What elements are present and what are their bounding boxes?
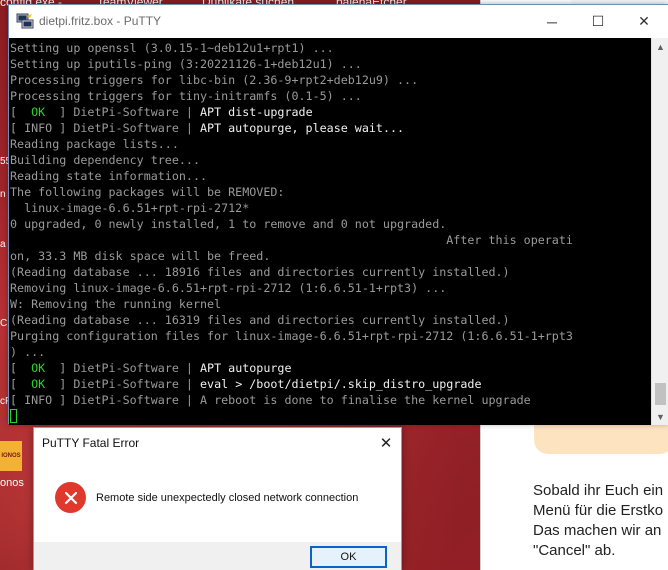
article-line: Das machen wir an (533, 522, 662, 539)
minimize-button[interactable]: ─ (529, 5, 575, 38)
terminal-line: Removing linux-image-6.6.51+rpt-rpi-2712… (10, 280, 651, 296)
article-line: Sobald ihr Euch ein (533, 482, 664, 499)
terminal-line: W: Removing the running kernel (10, 296, 651, 312)
terminal-line: ) ... (10, 344, 651, 360)
terminal-line: After this operati (10, 232, 651, 248)
terminal-text: [ (10, 361, 32, 375)
terminal-text: Setting up openssl (3.0.15-1~deb12u1+rpt… (10, 41, 334, 55)
terminal-text: linux-image-6.6.51+rpt-rpi-2712* (10, 201, 250, 215)
putty-title-bar[interactable]: dietpi.fritz.box - PuTTY ─ ☐ ✕ (9, 5, 668, 38)
desktop-fragment-text: n (0, 189, 6, 200)
ionos-desktop-icon[interactable]: IONOS (0, 441, 22, 471)
terminal-text: [ INFO ] DietPi-Software | (10, 121, 200, 135)
maximize-icon: ☐ (591, 13, 605, 29)
status-ok-label: OK (31, 361, 46, 375)
terminal-text: APT autopurge, please wait... (200, 121, 405, 135)
terminal-output[interactable]: Setting up openssl (3.0.15-1~deb12u1+rpt… (9, 38, 651, 425)
article-line: Menü für die Erstko (533, 502, 664, 519)
terminal-text: eval > /boot/dietpi/.skip_distro_upgrade (200, 377, 482, 391)
terminal-line: Processing triggers for tiny-initramfs (… (10, 88, 651, 104)
terminal-text: Removing linux-image-6.6.51+rpt-rpi-2712… (10, 281, 447, 295)
terminal-text: [ (10, 377, 32, 391)
article-text: Sobald ihr Euch ein Menü für die Erstko … (533, 481, 668, 561)
desktop-fragment-text: C (0, 318, 8, 329)
ionos-icon-label: onos (0, 477, 24, 489)
terminal-line: Reading state information... (10, 168, 651, 184)
terminal-text: 0 upgraded, 0 newly installed, 1 to remo… (10, 217, 447, 231)
terminal-line: Processing triggers for libc-bin (2.36-9… (10, 72, 651, 88)
terminal-scrollbar[interactable]: ▲ ▼ (651, 38, 668, 425)
dialog-close-button[interactable]: ✕ (374, 432, 398, 454)
close-button[interactable]: ✕ (621, 5, 667, 38)
ok-button[interactable]: OK (310, 546, 387, 568)
status-ok-label: OK (31, 105, 46, 119)
terminal-text: ] DietPi-Software | (45, 377, 201, 391)
terminal-line: [ OK ] DietPi-Software | APT dist-upgrad… (10, 104, 651, 120)
terminal-cursor (10, 409, 17, 423)
putty-window-title: dietpi.fritz.box - PuTTY (39, 14, 162, 28)
terminal-line: Building dependency tree... (10, 152, 651, 168)
close-icon: ✕ (638, 13, 650, 29)
terminal-text: Reading state information... (10, 169, 208, 183)
highlight-box (534, 422, 668, 454)
terminal-text: ] DietPi-Software | (45, 105, 201, 119)
terminal-text: Processing triggers for tiny-initramfs (… (10, 89, 362, 103)
terminal-line: Setting up iputils-ping (3:20221126-1+de… (10, 56, 651, 72)
ok-button-label: OK (340, 551, 357, 563)
ionos-icon-text: IONOS (1, 453, 21, 459)
terminal-text: [ INFO ] DietPi-Software | (10, 393, 200, 407)
scroll-up-arrow-icon[interactable]: ▲ (652, 38, 668, 55)
terminal-text: Purging configuration files for linux-im… (10, 329, 573, 343)
terminal-text: (Reading database ... 18916 files and di… (10, 265, 510, 279)
minimize-icon: ─ (547, 13, 557, 30)
scrollbar-thumb[interactable] (655, 383, 666, 405)
terminal-text: Setting up iputils-ping (3:20221126-1+de… (10, 57, 362, 71)
terminal-text: APT autopurge (200, 361, 292, 375)
putty-app-icon[interactable] (16, 13, 34, 29)
terminal-text: The following packages will be REMOVED: (10, 185, 285, 199)
terminal-text: ] DietPi-Software | (45, 361, 201, 375)
terminal-text: Building dependency tree... (10, 153, 200, 167)
terminal-text: A reboot is done to finalise the kernel … (200, 393, 531, 407)
dialog-title: PuTTY Fatal Error (42, 436, 140, 450)
terminal-line: Setting up openssl (3.0.15-1~deb12u1+rpt… (10, 40, 651, 56)
desktop-fragment-text: a (0, 239, 6, 250)
terminal-text: Reading package lists... (10, 137, 179, 151)
terminal-line: 0 upgraded, 0 newly installed, 1 to remo… (10, 216, 651, 232)
terminal-line: (Reading database ... 18916 files and di… (10, 264, 651, 280)
terminal-text: Processing triggers for libc-bin (2.36-9… (10, 73, 419, 87)
terminal-line: (Reading database ... 16319 files and di… (10, 312, 651, 328)
terminal-line: on, 33.3 MB disk space will be freed. (10, 248, 651, 264)
close-icon: ✕ (379, 435, 393, 452)
putty-fatal-error-dialog[interactable]: PuTTY Fatal Error ✕ Remote side unexpect… (33, 427, 402, 570)
error-message: Remote side unexpectedly closed network … (96, 492, 359, 504)
terminal-line: Reading package lists... (10, 136, 651, 152)
terminal-text: (Reading database ... 16319 files and di… (10, 313, 510, 327)
terminal-line: Purging configuration files for linux-im… (10, 328, 651, 344)
error-icon (55, 482, 86, 513)
terminal-text: [ (10, 105, 32, 119)
terminal-line: linux-image-6.6.51+rpt-rpi-2712* (10, 200, 651, 216)
terminal-line: [ INFO ] DietPi-Software | A reboot is d… (10, 392, 651, 408)
terminal-line: [ OK ] DietPi-Software | eval > /boot/di… (10, 376, 651, 392)
terminal-text: W: Removing the running kernel (10, 297, 222, 311)
terminal-text: After this operati (10, 233, 573, 247)
article-line: "Cancel" ab. (533, 542, 616, 559)
scroll-down-arrow-icon[interactable]: ▼ (652, 408, 668, 425)
putty-window[interactable]: dietpi.fritz.box - PuTTY ─ ☐ ✕ Setting u… (8, 4, 668, 425)
terminal-line: [ OK ] DietPi-Software | APT autopurge (10, 360, 651, 376)
status-ok-label: OK (31, 377, 46, 391)
terminal-text: APT dist-upgrade (200, 105, 313, 119)
terminal-text: ) ... (10, 345, 46, 359)
terminal-text: on, 33.3 MB disk space will be freed. (10, 249, 271, 263)
terminal-prompt-line (10, 408, 651, 424)
terminal-line: The following packages will be REMOVED: (10, 184, 651, 200)
terminal-line: [ INFO ] DietPi-Software | APT autopurge… (10, 120, 651, 136)
maximize-button[interactable]: ☐ (575, 5, 621, 38)
